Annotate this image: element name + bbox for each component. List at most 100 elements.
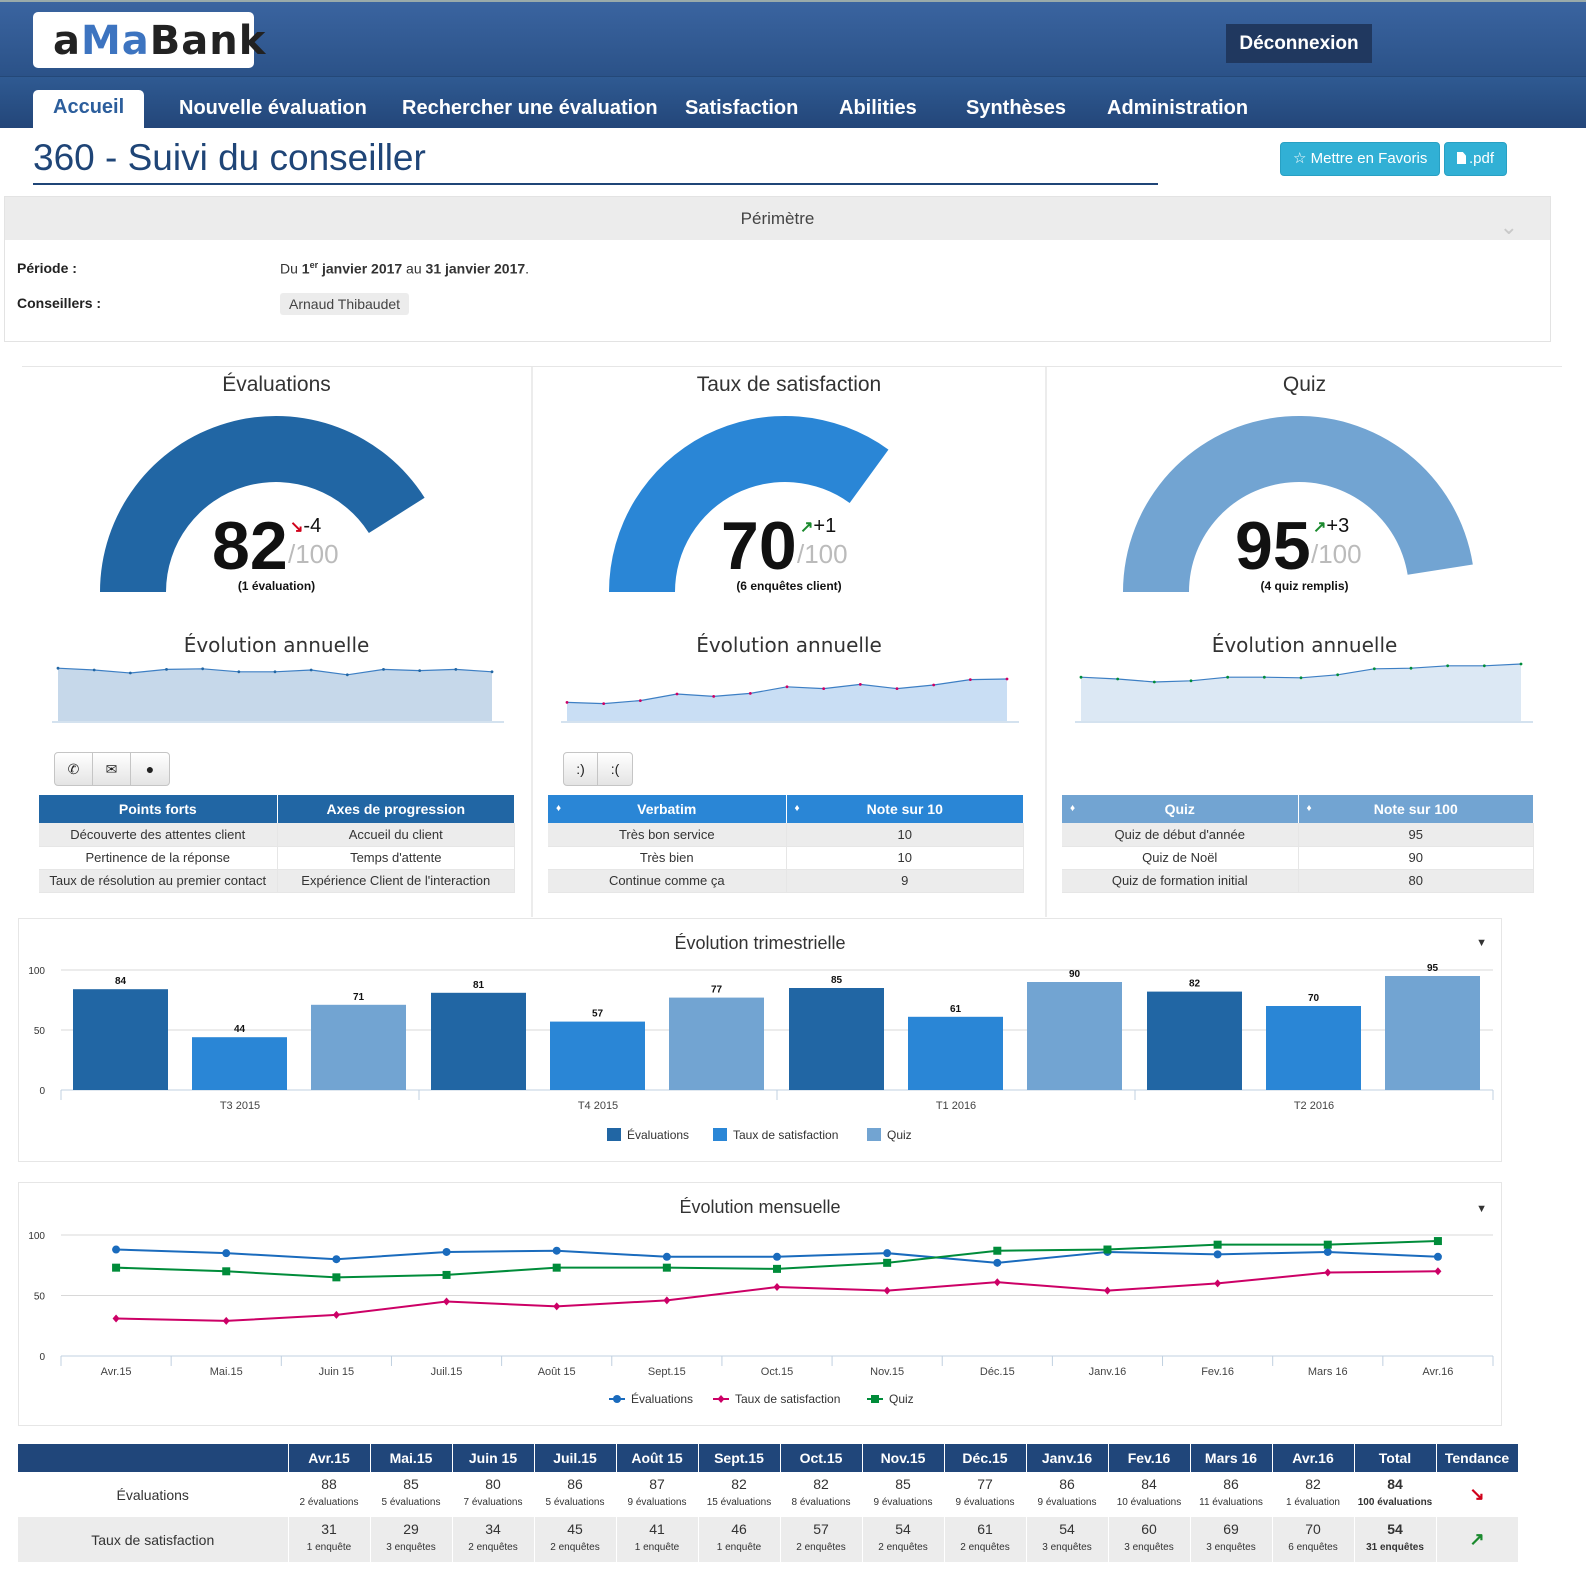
data-point[interactable] bbox=[883, 1249, 892, 1258]
data-point[interactable] bbox=[773, 1283, 781, 1292]
sparkline-point bbox=[1409, 666, 1413, 670]
data-point[interactable] bbox=[993, 1278, 1001, 1287]
nav-item-satisfaction[interactable]: Satisfaction bbox=[685, 91, 798, 129]
data-point[interactable] bbox=[442, 1247, 451, 1256]
legend-label[interactable]: Quiz bbox=[887, 1128, 912, 1142]
data-point[interactable] bbox=[1103, 1245, 1112, 1254]
data-point[interactable] bbox=[1213, 1240, 1222, 1249]
legend-item[interactable]: Évaluations bbox=[609, 1391, 693, 1406]
legend-swatch[interactable] bbox=[713, 1128, 727, 1141]
data-point[interactable] bbox=[1103, 1286, 1111, 1295]
data-point[interactable] bbox=[442, 1270, 451, 1279]
data-point[interactable] bbox=[553, 1302, 561, 1311]
perimetre-header[interactable]: Périmètre ⌄ bbox=[5, 197, 1550, 240]
column-header: Tendance bbox=[1436, 1444, 1519, 1472]
data-point[interactable] bbox=[112, 1314, 120, 1323]
data-point[interactable] bbox=[993, 1246, 1002, 1255]
chevron-down-icon[interactable]: ⌄ bbox=[1500, 205, 1518, 248]
logo[interactable]: aMaBank bbox=[33, 12, 265, 68]
nav-item-accueil[interactable]: Accueil bbox=[33, 90, 145, 128]
nav-item-administration[interactable]: Administration bbox=[1107, 91, 1248, 129]
kpi-max: /100 bbox=[288, 539, 339, 569]
bar[interactable] bbox=[908, 1016, 1003, 1090]
data-point[interactable] bbox=[662, 1252, 671, 1261]
favorite-button[interactable]: ☆ Mettre en Favoris bbox=[1280, 142, 1441, 176]
data-point[interactable] bbox=[1324, 1268, 1332, 1277]
data-point[interactable] bbox=[773, 1252, 781, 1261]
annual-title: Évolution annuelle bbox=[1211, 633, 1398, 657]
sparkline-point bbox=[638, 699, 642, 702]
nav-item-nouvelle-evaluation[interactable]: Nouvelle évaluation bbox=[179, 91, 367, 129]
bar[interactable] bbox=[1266, 1006, 1361, 1090]
bar[interactable] bbox=[1027, 982, 1122, 1090]
phone-icon[interactable]: ✆ bbox=[55, 753, 93, 785]
data-point[interactable] bbox=[332, 1310, 340, 1319]
positive-filter-button[interactable]: :) bbox=[564, 753, 598, 785]
data-point[interactable] bbox=[883, 1258, 892, 1267]
data-point[interactable] bbox=[552, 1246, 561, 1255]
monthly-chart: Évolution mensuelle ▼ 0 50 100 Avr.15 Mai.15… bbox=[18, 1182, 1502, 1426]
envelope-icon[interactable]: ✉ bbox=[93, 753, 131, 785]
bar[interactable] bbox=[669, 997, 764, 1090]
column-header-verbatim[interactable]: ♦ Verbatim bbox=[548, 795, 787, 823]
bar[interactable] bbox=[1385, 976, 1480, 1090]
column-header-quiz[interactable]: ♦ Quiz bbox=[1062, 795, 1299, 823]
data-point[interactable] bbox=[1433, 1252, 1442, 1261]
bar[interactable] bbox=[431, 992, 526, 1090]
data-point[interactable] bbox=[222, 1316, 230, 1325]
data-point[interactable] bbox=[1434, 1267, 1442, 1276]
data-point[interactable] bbox=[112, 1263, 121, 1272]
data-point[interactable] bbox=[1214, 1279, 1222, 1288]
legend-marker bbox=[871, 1395, 879, 1403]
logout-button[interactable]: Déconnexion bbox=[1226, 24, 1372, 63]
pdf-button[interactable]: .pdf bbox=[1444, 142, 1508, 176]
data-point[interactable] bbox=[552, 1263, 561, 1272]
bar[interactable] bbox=[192, 1037, 287, 1090]
bar[interactable] bbox=[1147, 991, 1242, 1090]
legend-swatch[interactable] bbox=[607, 1128, 621, 1141]
data-point[interactable] bbox=[1323, 1240, 1332, 1249]
data-point[interactable] bbox=[1323, 1247, 1332, 1256]
data-point[interactable] bbox=[663, 1296, 671, 1305]
conseiller-tag[interactable]: Arnaud Thibaudet bbox=[280, 293, 410, 315]
data-point[interactable] bbox=[443, 1297, 451, 1306]
data-point[interactable] bbox=[222, 1267, 231, 1276]
periode-label: Période : bbox=[17, 260, 77, 276]
sparkline-point bbox=[1005, 677, 1009, 681]
data-point[interactable] bbox=[222, 1249, 231, 1258]
legend-label[interactable]: Taux de satisfaction bbox=[733, 1128, 838, 1142]
data-point[interactable] bbox=[993, 1258, 1002, 1267]
sparkline-area bbox=[567, 679, 1007, 721]
x-tick-label: Janv.16 bbox=[1089, 1366, 1127, 1378]
bar[interactable] bbox=[311, 1004, 406, 1090]
trend-up-icon: ↗ bbox=[1436, 1517, 1519, 1562]
nav-item-abilities[interactable]: Abilities bbox=[839, 91, 917, 129]
column-header-note[interactable]: ♦ Note sur 100 bbox=[1298, 795, 1534, 823]
data-point[interactable] bbox=[1433, 1237, 1442, 1246]
data-point[interactable] bbox=[112, 1245, 121, 1254]
bar-data-label: 90 bbox=[1069, 969, 1081, 980]
data-point[interactable] bbox=[1213, 1250, 1222, 1259]
star-icon: ☆ bbox=[1293, 150, 1307, 167]
negative-filter-button[interactable]: :( bbox=[598, 753, 632, 785]
legend-item[interactable]: Quiz bbox=[867, 1392, 914, 1406]
nav-item-rechercher-evaluation[interactable]: Rechercher une évaluation bbox=[402, 91, 658, 129]
column-header-note[interactable]: ♦ Note sur 10 bbox=[786, 795, 1024, 823]
legend-swatch[interactable] bbox=[867, 1128, 881, 1141]
user-icon[interactable]: ● bbox=[131, 753, 169, 785]
data-point[interactable] bbox=[332, 1273, 341, 1282]
bar-data-label: 71 bbox=[353, 992, 365, 1003]
bar[interactable] bbox=[789, 988, 884, 1090]
bar[interactable] bbox=[73, 989, 168, 1090]
data-point[interactable] bbox=[662, 1263, 671, 1272]
quarterly-chart: Évolution trimestrielle ▼ 0 50 100 T3 2015 8… bbox=[18, 918, 1502, 1162]
sparkline-point bbox=[454, 668, 458, 671]
nav-item-syntheses[interactable]: Synthèses bbox=[966, 91, 1066, 129]
data-point[interactable] bbox=[773, 1264, 781, 1273]
legend-label[interactable]: Évaluations bbox=[627, 1127, 689, 1142]
bar[interactable] bbox=[550, 1021, 645, 1090]
series-line bbox=[116, 1270, 1438, 1322]
legend-item[interactable]: Taux de satisfaction bbox=[713, 1392, 840, 1406]
data-point[interactable] bbox=[883, 1286, 891, 1295]
data-point[interactable] bbox=[332, 1255, 341, 1264]
